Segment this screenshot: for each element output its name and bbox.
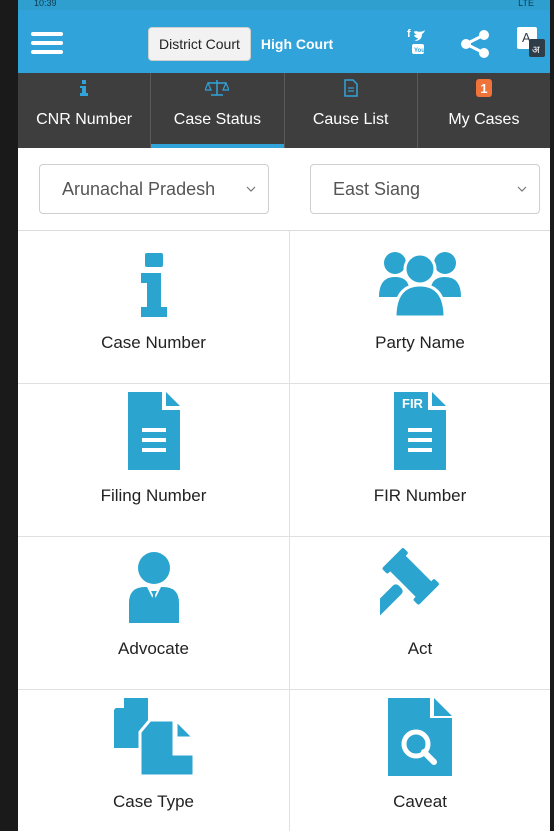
people-icon: [379, 252, 461, 317]
district-select[interactable]: East Siang: [310, 164, 540, 214]
count-badge-icon: 1: [475, 79, 492, 97]
status-time: 10:39: [34, 0, 57, 8]
search-document-icon: [388, 698, 452, 776]
svg-text:f: f: [407, 28, 411, 40]
party-name-option[interactable]: Party Name: [290, 231, 550, 384]
district-court-button[interactable]: District Court: [148, 27, 251, 61]
advocate-icon: [128, 552, 179, 623]
option-label: Caveat: [393, 792, 447, 811]
tab-my-cases[interactable]: 1 My Cases: [418, 73, 550, 148]
tab-label: Cause List: [312, 111, 389, 128]
act-option[interactable]: Act: [290, 537, 550, 690]
status-bar: 10:39 LTE: [18, 0, 550, 10]
state-select-value: Arunachal Pradesh: [62, 178, 216, 199]
option-label: Party Name: [375, 333, 465, 352]
share-icon[interactable]: [458, 29, 492, 59]
tab-cause-list[interactable]: Cause List: [285, 73, 418, 148]
filing-number-option[interactable]: Filing Number: [18, 384, 290, 537]
tab-label: Case Status: [173, 111, 261, 128]
app-frame: 10:39 LTE District Court High Court f Yo…: [18, 0, 550, 831]
search-options-grid: Case Number Party Name Filing Number FIR…: [18, 231, 550, 831]
case-number-option[interactable]: Case Number: [18, 231, 290, 384]
gavel-icon: [380, 548, 439, 618]
document-icon: [343, 79, 358, 97]
option-label: Case Number: [101, 333, 206, 352]
option-label: Case Type: [113, 792, 194, 811]
svg-text:A: A: [522, 30, 531, 45]
tab-label: My Cases: [448, 111, 520, 128]
caveat-option[interactable]: Caveat: [290, 690, 550, 831]
chevron-down-icon: [517, 186, 527, 192]
option-label: Act: [407, 639, 433, 658]
state-select[interactable]: Arunachal Pradesh: [39, 164, 269, 214]
svg-text:You: You: [414, 48, 425, 54]
court-toggle: District Court High Court: [148, 27, 343, 61]
copy-files-icon: [113, 698, 194, 776]
option-label: Filing Number: [100, 486, 207, 505]
high-court-button[interactable]: High Court: [251, 28, 343, 60]
fir-document-icon: FIR: [394, 392, 446, 470]
tab-label: CNR Number: [36, 111, 133, 128]
social-media-icon[interactable]: f You: [406, 27, 432, 57]
main-tabs: CNR Number Case Status Cause List 1 My C…: [18, 73, 550, 148]
location-filters: Arunachal Pradesh East Siang: [18, 148, 550, 231]
advocate-option[interactable]: Advocate: [18, 537, 290, 690]
info-icon: [140, 253, 167, 317]
info-icon: [79, 79, 89, 97]
case-type-option[interactable]: Case Type: [18, 690, 290, 831]
svg-text:अ: अ: [532, 45, 540, 56]
scales-icon: [205, 79, 230, 97]
tab-case-status[interactable]: Case Status: [151, 73, 285, 148]
fir-number-option[interactable]: FIR FIR Number: [290, 384, 550, 537]
option-label: FIR Number: [373, 486, 467, 505]
svg-text:1: 1: [480, 81, 487, 96]
option-label: Advocate: [118, 639, 189, 658]
district-select-value: East Siang: [333, 178, 421, 199]
chevron-down-icon: [246, 186, 256, 192]
top-bar: District Court High Court f You A अ: [18, 10, 550, 73]
document-icon: [127, 392, 180, 470]
status-network: LTE: [518, 0, 534, 8]
hamburger-menu-icon[interactable]: [31, 32, 63, 56]
tab-cnr-number[interactable]: CNR Number: [18, 73, 152, 148]
translate-icon[interactable]: A अ: [515, 23, 545, 61]
svg-text:FIR: FIR: [402, 396, 424, 411]
